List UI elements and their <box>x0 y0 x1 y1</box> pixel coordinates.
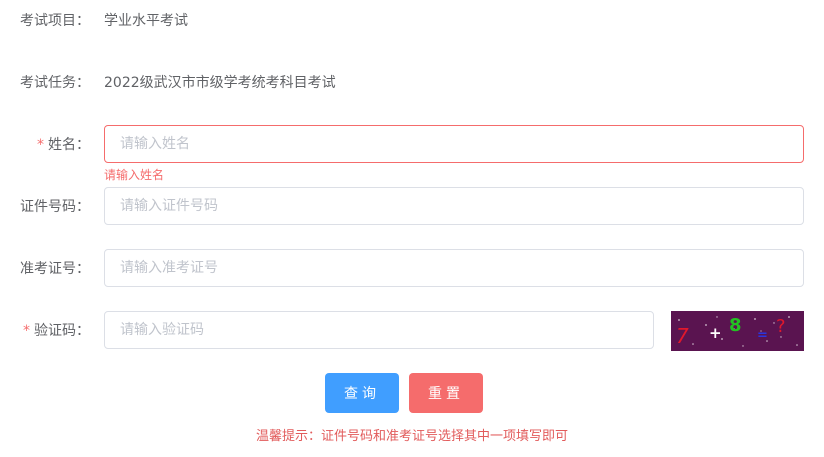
captcha-input[interactable] <box>104 311 654 349</box>
captcha-label-text: 验证码： <box>34 323 90 339</box>
query-button[interactable]: 查询 <box>325 373 399 413</box>
name-label: * 姓名： <box>37 135 90 155</box>
captcha-char: 7 <box>676 324 689 348</box>
name-input[interactable] <box>104 125 804 163</box>
reset-button[interactable]: 重置 <box>409 373 483 413</box>
subject-value: 学业水平考试 <box>104 13 188 29</box>
required-mark: * <box>37 137 44 153</box>
captcha-char: + <box>709 324 722 342</box>
idcard-label: 证件号码： <box>20 199 90 215</box>
captcha-char: = <box>757 328 768 343</box>
ticket-label: 准考证号： <box>20 261 90 277</box>
name-error-message: 请输入姓名 <box>104 168 165 182</box>
captcha-image[interactable]: 7 + 8 = ? <box>671 311 804 351</box>
task-value: 2022级武汉市市级学考统考科目考试 <box>104 75 336 91</box>
subject-label: 考试项目： <box>20 13 90 29</box>
tip-text: 温馨提示：证件号码和准考证号选择其中一项填写即可 <box>255 429 568 444</box>
captcha-char: 8 <box>729 315 742 336</box>
name-label-text: 姓名： <box>48 137 90 153</box>
captcha-svg: 7 + 8 = ? <box>676 315 798 348</box>
idcard-input[interactable] <box>104 187 804 225</box>
ticket-input[interactable] <box>104 249 804 287</box>
required-mark: * <box>23 323 30 339</box>
captcha-char: ? <box>776 316 786 337</box>
captcha-label: * 验证码： <box>23 321 90 341</box>
task-label: 考试任务： <box>20 75 90 91</box>
